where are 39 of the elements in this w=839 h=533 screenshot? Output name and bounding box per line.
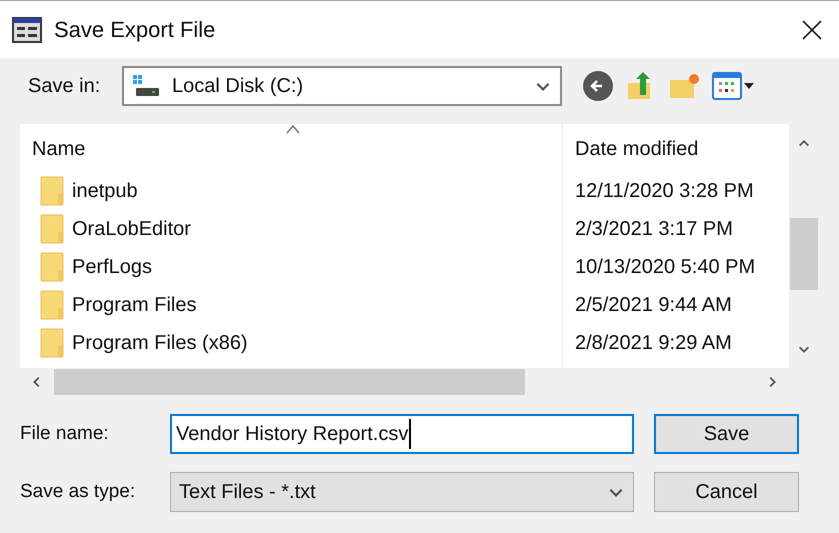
- save-button[interactable]: Save: [654, 414, 799, 454]
- folder-icon: [40, 252, 64, 282]
- view-menu-icon[interactable]: [712, 72, 756, 100]
- horizontal-scroll-thumb[interactable]: [54, 369, 525, 395]
- folder-icon: [40, 328, 64, 358]
- cancel-button[interactable]: Cancel: [654, 472, 799, 512]
- file-row[interactable]: OraLobEditor: [20, 210, 562, 248]
- file-name: Program Files: [72, 293, 196, 318]
- file-row[interactable]: Program Files (x86): [20, 324, 562, 362]
- column-header[interactable]: Date modified: [575, 134, 698, 164]
- date-modified: 10/13/2020 5:40 PM: [575, 255, 756, 280]
- window-app-icon: [12, 16, 42, 42]
- date-modified: 2/8/2021 9:29 AM: [575, 331, 732, 356]
- file-row[interactable]: PerfLogs: [20, 248, 562, 286]
- save-in-dropdown[interactable]: Local Disk (C:): [122, 66, 562, 106]
- save-in-value: Local Disk (C:): [172, 74, 304, 99]
- save-as-type-dropdown[interactable]: Text Files - *.txt: [170, 472, 634, 512]
- file-name: OraLobEditor: [72, 217, 191, 242]
- save-in-label: Save in:: [28, 74, 102, 99]
- file-name: inetpub: [72, 179, 138, 204]
- file-name-label: File name:: [20, 422, 110, 446]
- file-name: PerfLogs: [72, 255, 152, 280]
- date-modified: 12/11/2020 3:28 PM: [575, 179, 754, 204]
- folder-icon: [40, 290, 64, 320]
- file-name-field[interactable]: Vendor History Report.csv: [170, 414, 634, 454]
- folder-icon: [40, 214, 64, 244]
- window-title: Save Export File: [54, 16, 216, 44]
- vertical-scroll-thumb[interactable]: [790, 218, 818, 290]
- drive-icon: [132, 74, 160, 98]
- folder-icon: [40, 176, 64, 206]
- file-row[interactable]: inetpub: [20, 172, 562, 210]
- file-name: Program Files (x86): [72, 331, 248, 356]
- save-as-type-label: Save as type:: [20, 480, 136, 504]
- close-icon[interactable]: [801, 18, 823, 40]
- date-modified: 2/3/2021 3:17 PM: [575, 217, 733, 242]
- back-icon[interactable]: [582, 70, 614, 102]
- file-row[interactable]: Program Files: [20, 286, 562, 324]
- column-header[interactable]: Name: [32, 134, 86, 164]
- date-modified: 2/5/2021 9:44 AM: [575, 293, 732, 318]
